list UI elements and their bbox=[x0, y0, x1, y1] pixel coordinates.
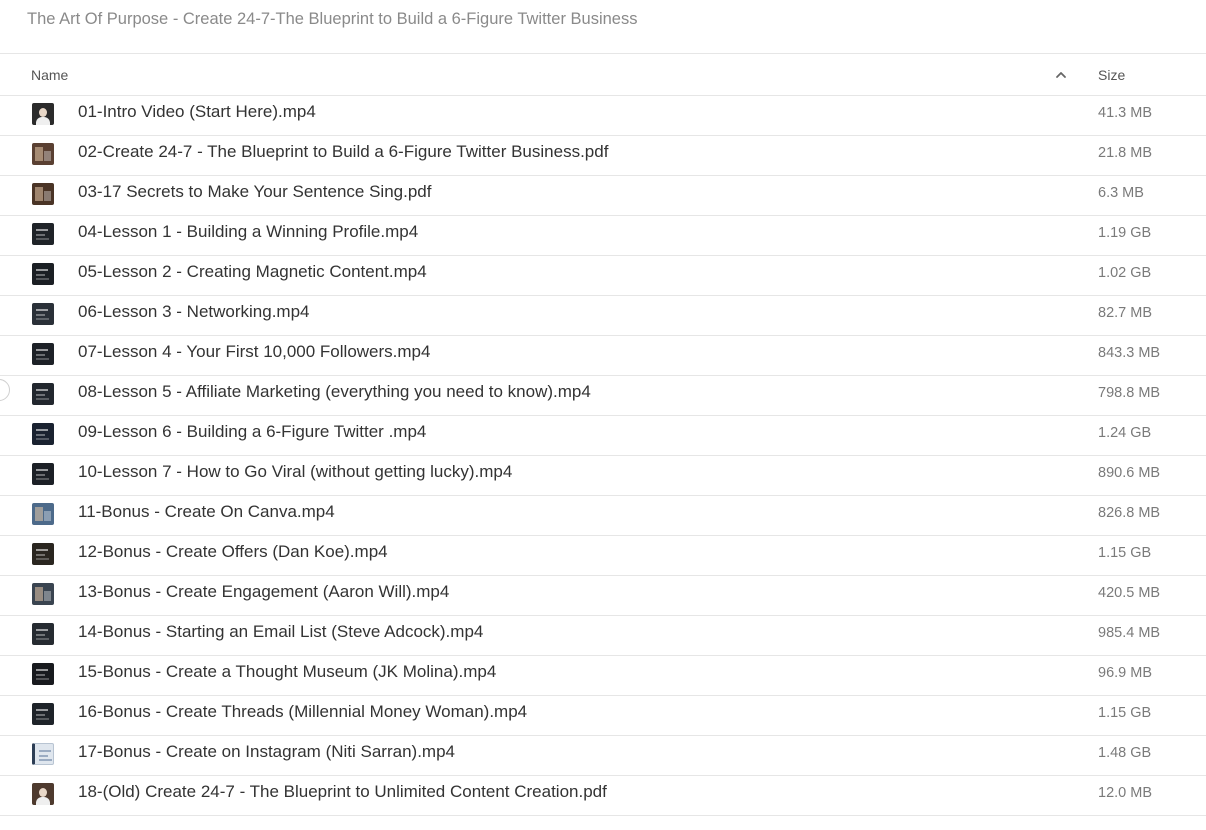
file-browser: The Art Of Purpose - Create 24-7-The Blu… bbox=[0, 0, 1206, 830]
file-thumbnail-icon bbox=[32, 343, 54, 365]
file-thumbnail-icon bbox=[32, 143, 54, 165]
file-thumbnail-icon bbox=[32, 783, 54, 805]
file-name[interactable]: 16-Bonus - Create Threads (Millennial Mo… bbox=[78, 702, 527, 722]
file-list: 01-Intro Video (Start Here).mp4 41.3 MB 02… bbox=[0, 96, 1206, 816]
file-name[interactable]: 13-Bonus - Create Engagement (Aaron Will… bbox=[78, 582, 449, 602]
file-name[interactable]: 08-Lesson 5 - Affiliate Marketing (every… bbox=[78, 382, 591, 402]
file-name[interactable]: 04-Lesson 1 - Building a Winning Profile… bbox=[78, 222, 418, 242]
file-row[interactable]: 08-Lesson 5 - Affiliate Marketing (every… bbox=[0, 376, 1206, 416]
file-size: 6.3 MB bbox=[1098, 185, 1144, 201]
file-row[interactable]: 10-Lesson 7 - How to Go Viral (without g… bbox=[0, 456, 1206, 496]
folder-title: The Art Of Purpose - Create 24-7-The Blu… bbox=[27, 10, 638, 28]
file-name[interactable]: 15-Bonus - Create a Thought Museum (JK M… bbox=[78, 662, 496, 682]
file-thumbnail-icon bbox=[32, 663, 54, 685]
file-thumbnail-icon bbox=[32, 703, 54, 725]
file-size: 985.4 MB bbox=[1098, 625, 1161, 641]
file-thumbnail-icon bbox=[32, 543, 54, 565]
file-size: 843.3 MB bbox=[1098, 345, 1161, 361]
file-row[interactable]: 13-Bonus - Create Engagement (Aaron Will… bbox=[0, 576, 1206, 616]
file-row[interactable]: 12-Bonus - Create Offers (Dan Koe).mp4 1.… bbox=[0, 536, 1206, 576]
file-row[interactable]: 07-Lesson 4 - Your First 10,000 Follower… bbox=[0, 336, 1206, 376]
file-size: 12.0 MB bbox=[1098, 785, 1152, 801]
file-thumbnail-icon bbox=[32, 183, 54, 205]
file-size: 1.48 GB bbox=[1098, 745, 1152, 761]
file-name[interactable]: 05-Lesson 2 - Creating Magnetic Content.… bbox=[78, 262, 427, 282]
file-row[interactable]: 11-Bonus - Create On Canva.mp4 826.8 MB bbox=[0, 496, 1206, 536]
file-thumbnail-icon bbox=[32, 303, 54, 325]
file-thumbnail-icon bbox=[32, 383, 54, 405]
file-name[interactable]: 11-Bonus - Create On Canva.mp4 bbox=[78, 502, 335, 522]
file-row[interactable]: 17-Bonus - Create on Instagram (Niti Sar… bbox=[0, 736, 1206, 776]
file-thumbnail-icon bbox=[32, 263, 54, 285]
file-name[interactable]: 14-Bonus - Starting an Email List (Steve… bbox=[78, 622, 483, 642]
file-size: 420.5 MB bbox=[1098, 585, 1161, 601]
file-row[interactable]: 04-Lesson 1 - Building a Winning Profile… bbox=[0, 216, 1206, 256]
file-name[interactable]: 03-17 Secrets to Make Your Sentence Sing… bbox=[78, 182, 431, 202]
file-thumbnail-icon bbox=[32, 423, 54, 445]
chevron-up-icon[interactable] bbox=[1055, 70, 1067, 80]
name-column-header[interactable]: Name bbox=[31, 67, 68, 83]
file-row[interactable]: 01-Intro Video (Start Here).mp4 41.3 MB bbox=[0, 96, 1206, 136]
file-size: 41.3 MB bbox=[1098, 105, 1152, 121]
file-thumbnail-icon bbox=[32, 103, 54, 125]
column-header-row: Name Size bbox=[0, 53, 1206, 96]
file-size: 798.8 MB bbox=[1098, 385, 1161, 401]
size-column-header[interactable]: Size bbox=[1098, 67, 1125, 83]
file-row[interactable]: 02-Create 24-7 - The Blueprint to Build … bbox=[0, 136, 1206, 176]
file-size: 1.24 GB bbox=[1098, 425, 1152, 441]
file-size: 890.6 MB bbox=[1098, 465, 1161, 481]
file-thumbnail-icon bbox=[32, 623, 54, 645]
file-thumbnail-icon bbox=[32, 503, 54, 525]
file-name[interactable]: 09-Lesson 6 - Building a 6-Figure Twitte… bbox=[78, 422, 426, 442]
file-name[interactable]: 10-Lesson 7 - How to Go Viral (without g… bbox=[78, 462, 512, 482]
file-row[interactable]: 14-Bonus - Starting an Email List (Steve… bbox=[0, 616, 1206, 656]
file-size: 1.15 GB bbox=[1098, 545, 1152, 561]
file-thumbnail-icon bbox=[32, 463, 54, 485]
file-size: 96.9 MB bbox=[1098, 665, 1152, 681]
file-thumbnail-icon bbox=[32, 223, 54, 245]
file-row[interactable]: 03-17 Secrets to Make Your Sentence Sing… bbox=[0, 176, 1206, 216]
file-name[interactable]: 17-Bonus - Create on Instagram (Niti Sar… bbox=[78, 742, 455, 762]
file-row[interactable]: 18-(Old) Create 24-7 - The Blueprint to … bbox=[0, 776, 1206, 816]
file-row[interactable]: 15-Bonus - Create a Thought Museum (JK M… bbox=[0, 656, 1206, 696]
file-size: 826.8 MB bbox=[1098, 505, 1161, 521]
file-row[interactable]: 06-Lesson 3 - Networking.mp4 82.7 MB bbox=[0, 296, 1206, 336]
file-name[interactable]: 06-Lesson 3 - Networking.mp4 bbox=[78, 302, 310, 322]
file-row[interactable]: 16-Bonus - Create Threads (Millennial Mo… bbox=[0, 696, 1206, 736]
file-name[interactable]: 02-Create 24-7 - The Blueprint to Build … bbox=[78, 142, 608, 162]
file-thumbnail-icon bbox=[32, 743, 54, 765]
file-size: 21.8 MB bbox=[1098, 145, 1152, 161]
file-row[interactable]: 09-Lesson 6 - Building a 6-Figure Twitte… bbox=[0, 416, 1206, 456]
file-size: 1.15 GB bbox=[1098, 705, 1152, 721]
file-name[interactable]: 18-(Old) Create 24-7 - The Blueprint to … bbox=[78, 782, 607, 802]
file-size: 1.02 GB bbox=[1098, 265, 1152, 281]
file-size: 82.7 MB bbox=[1098, 305, 1152, 321]
file-name[interactable]: 07-Lesson 4 - Your First 10,000 Follower… bbox=[78, 342, 430, 362]
file-name[interactable]: 12-Bonus - Create Offers (Dan Koe).mp4 bbox=[78, 542, 388, 562]
file-thumbnail-icon bbox=[32, 583, 54, 605]
file-row[interactable]: 05-Lesson 2 - Creating Magnetic Content.… bbox=[0, 256, 1206, 296]
file-name[interactable]: 01-Intro Video (Start Here).mp4 bbox=[78, 102, 316, 122]
file-size: 1.19 GB bbox=[1098, 225, 1152, 241]
